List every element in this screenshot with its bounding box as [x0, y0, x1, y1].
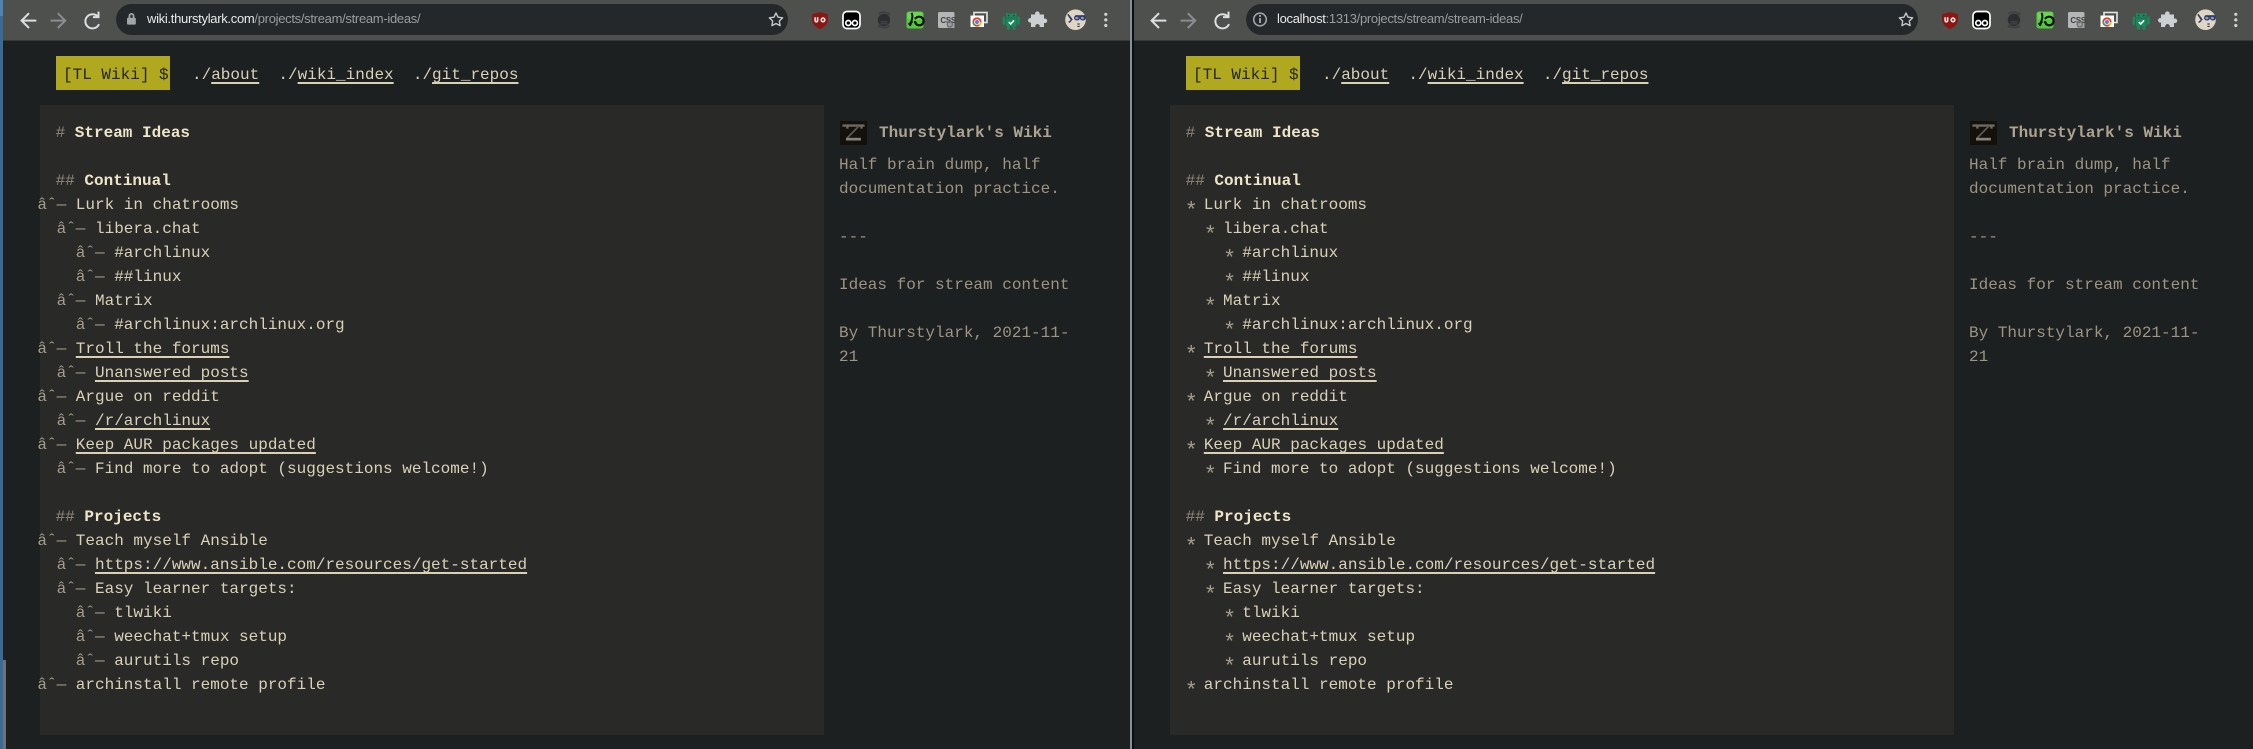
svg-text:CSS: CSS: [940, 16, 957, 25]
svg-text:CSS: CSS: [2070, 16, 2087, 25]
